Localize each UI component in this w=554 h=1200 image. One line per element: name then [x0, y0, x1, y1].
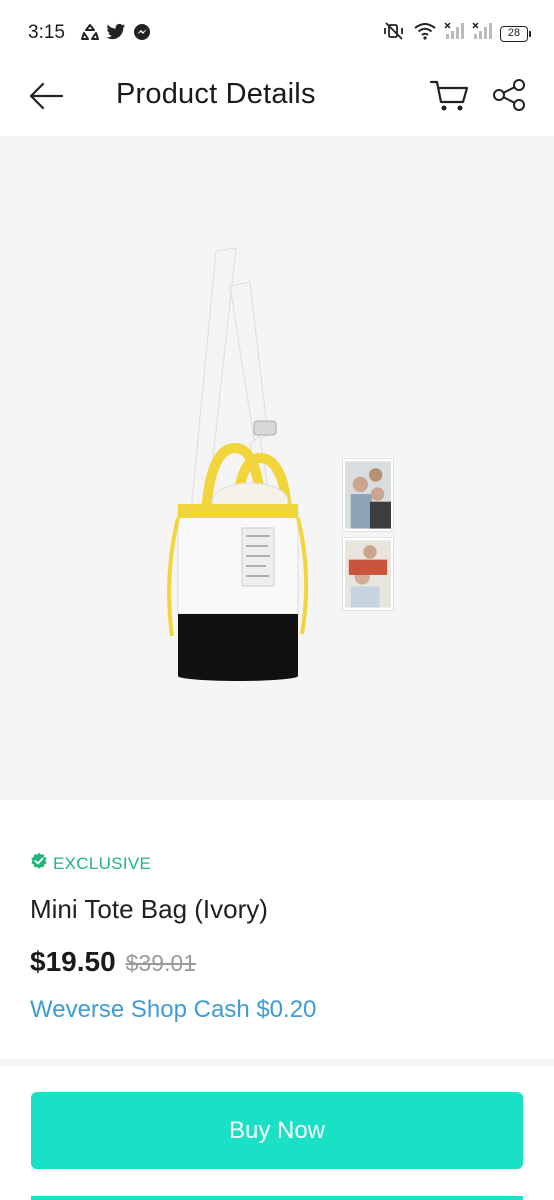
twitter-icon [106, 23, 126, 46]
shop-cash: Weverse Shop Cash $0.20 [30, 996, 317, 1023]
photocard-image [342, 537, 394, 611]
vibrate-off-icon [382, 22, 406, 45]
current-price: $19.50 [30, 946, 116, 977]
product-name: Mini Tote Bag (Ivory) [30, 894, 268, 924]
price-row: $19.50 $39.01 [30, 946, 196, 978]
battery-indicator: 28 [500, 25, 531, 42]
exclusive-badge: EXCLUSIVE [30, 852, 151, 875]
wifi-icon [414, 22, 436, 45]
buy-now-button[interactable]: Buy Now [31, 1092, 523, 1169]
page-title: Product Details [116, 78, 316, 110]
status-bar: 3:15 28 [0, 0, 554, 66]
bottom-bar-edge [31, 1196, 523, 1200]
tote-bag-image [167, 247, 309, 681]
share-icon [491, 78, 527, 117]
back-button[interactable] [24, 76, 68, 120]
status-time: 3:15 [28, 22, 65, 43]
product-info: EXCLUSIVE Mini Tote Bag (Ivory) $19.50 $… [0, 800, 554, 1058]
share-button[interactable] [486, 74, 532, 120]
product-image[interactable] [0, 136, 554, 800]
signal-icon [444, 22, 464, 45]
signal-icon [472, 22, 492, 45]
original-price: $39.01 [125, 950, 196, 976]
exclusive-label: EXCLUSIVE [53, 853, 152, 873]
app-header: Product Details [0, 66, 554, 136]
status-left-icons [80, 22, 152, 47]
cart-button[interactable] [426, 74, 472, 120]
sync-icon [80, 22, 100, 47]
divider [0, 1058, 554, 1066]
messenger-icon [132, 22, 152, 47]
arrow-left-icon [28, 81, 64, 116]
cart-icon [429, 78, 469, 117]
photocard-image [342, 458, 394, 532]
verified-check-icon [30, 852, 48, 875]
status-right-icons: 28 [382, 22, 531, 45]
